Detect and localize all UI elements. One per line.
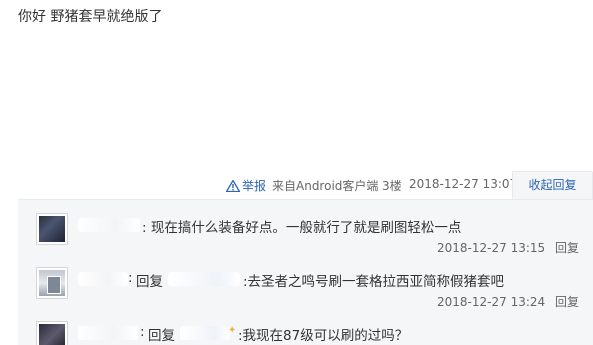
reply-separator: : [140, 324, 145, 340]
reply-target-redacted[interactable] [168, 272, 240, 286]
report-label: 举报 [242, 179, 267, 193]
reply-word: 回复 [136, 274, 163, 290]
post-content: 你好 野猪套早就绝版了 [18, 9, 163, 25]
reply-separator: : [142, 220, 147, 236]
report-link[interactable]: 举报 [226, 177, 266, 194]
post-floor: 3楼 [382, 179, 402, 193]
username-redacted[interactable] [78, 218, 140, 232]
reply-body: 现在搞什么装备好点。一般就行了就是刷图轻松一点 [150, 220, 462, 236]
reply-meta: 2018-12-27 13:24 回复 [437, 293, 579, 310]
reply-text: : 现在搞什么装备好点。一般就行了就是刷图轻松一点 [142, 216, 461, 236]
post-source: 来自Android客户端 [272, 179, 379, 193]
post-tail: 举报 来自Android客户端 3楼 2018-12-27 13:07 收起回复 [0, 171, 593, 199]
warning-triangle-icon [226, 179, 240, 192]
avatar[interactable] [36, 321, 68, 345]
reply-body: :我现在87级可以刷的过吗？ [238, 328, 409, 344]
reply-button[interactable]: 回复 [555, 241, 579, 255]
post-time: 2018-12-27 13:07 [409, 177, 518, 191]
reply-time: 2018-12-27 13:15 [437, 241, 546, 255]
username-redacted[interactable] [78, 326, 138, 340]
reply-body: :去圣者之鸣号刷一套格拉西亚简称假猪套吧 [243, 274, 505, 290]
reply-time: 2018-12-27 13:24 [437, 295, 546, 309]
reply-meta: 2018-12-27 13:15 回复 [437, 239, 579, 256]
avatar[interactable] [36, 213, 68, 245]
reply-target-redacted[interactable] [180, 326, 230, 340]
reply-button[interactable]: 回复 [555, 295, 579, 309]
reply-box: : 现在搞什么装备好点。一般就行了就是刷图轻松一点 2018-12-27 13:… [18, 199, 593, 345]
avatar[interactable] [36, 267, 68, 299]
reply-word: 回复 [148, 328, 175, 344]
sparkle-icon: ✦ [228, 325, 237, 336]
collapse-replies-button[interactable]: 收起回复 [512, 171, 593, 199]
reply-separator: : [128, 270, 133, 286]
username-redacted[interactable] [78, 272, 128, 286]
